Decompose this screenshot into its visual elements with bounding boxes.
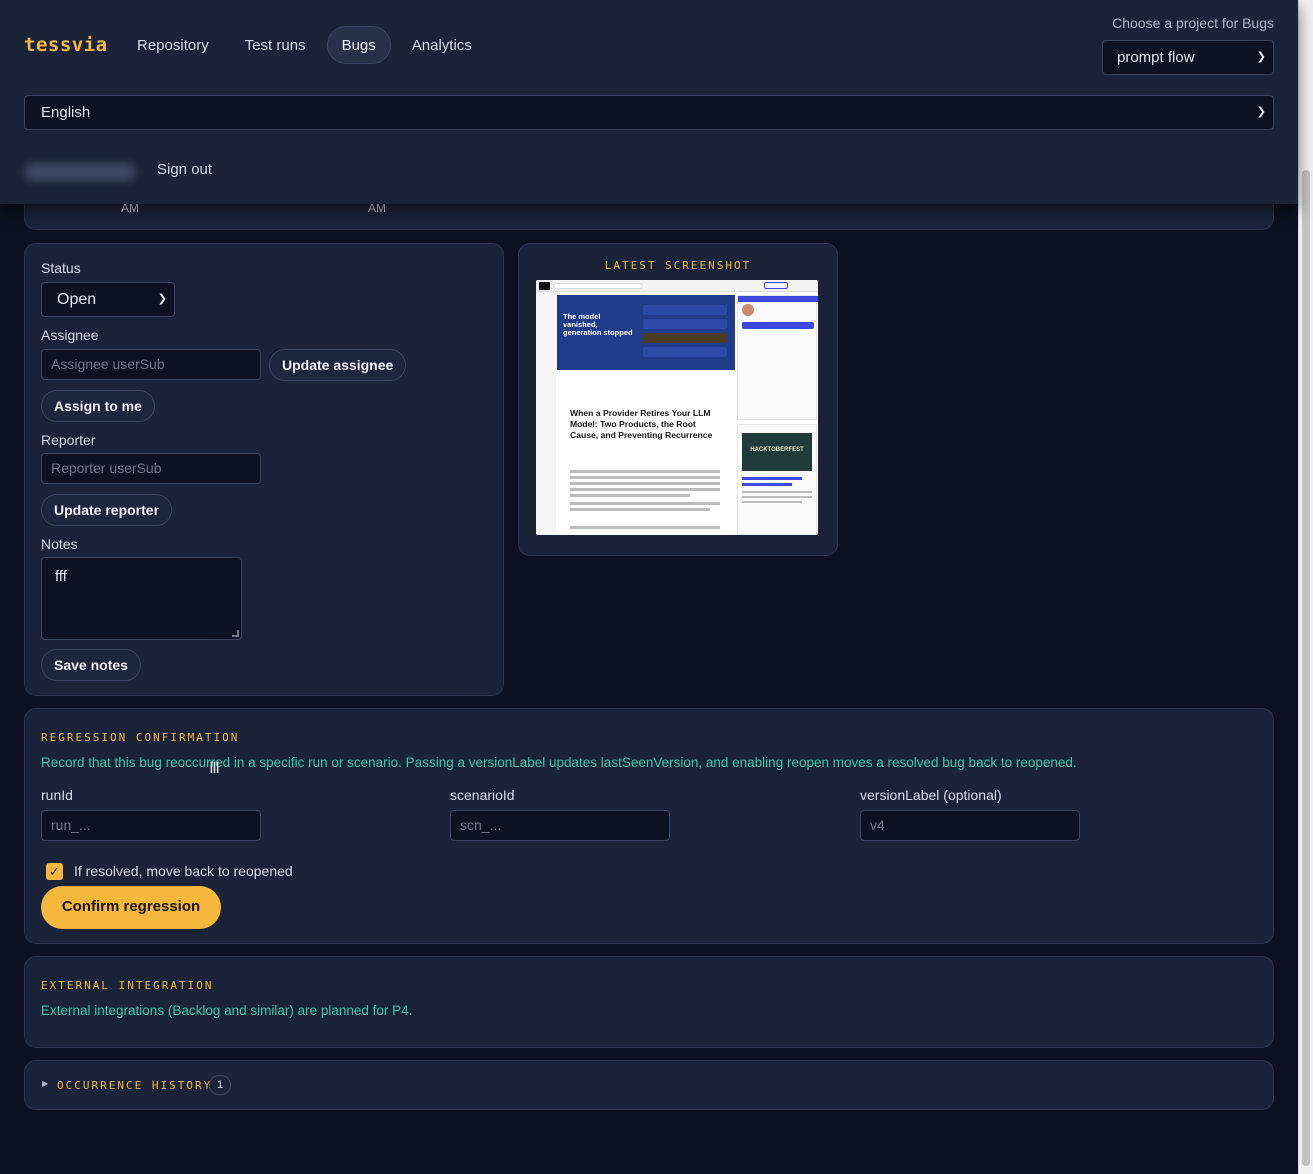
chevron-down-icon: ❯: [157, 293, 167, 305]
update-assignee-button[interactable]: Update assignee: [269, 349, 407, 381]
text-cursor-icon: Ⅲ: [209, 760, 221, 777]
thumb-side-card: HACKTOBERFEST: [737, 424, 817, 535]
thumb-hero-text: The model vanished, generation stopped: [563, 312, 633, 337]
page-scrollbar[interactable]: [1298, 0, 1313, 1174]
assignee-label: Assignee: [41, 327, 99, 343]
version-label-label: versionLabel (optional): [860, 787, 1002, 803]
save-notes-button[interactable]: Save notes: [41, 649, 141, 681]
occurrence-history-title: OCCURRENCE HISTORY: [57, 1079, 213, 1092]
thumb-profile-card: [737, 295, 818, 420]
notes-textarea[interactable]: fff: [41, 557, 242, 640]
project-select[interactable]: prompt flow ❯: [1102, 40, 1274, 75]
scrollbar-thumb[interactable]: [1302, 170, 1310, 1166]
scenario-id-input[interactable]: scn_...: [450, 810, 670, 841]
user-name-blurred: [24, 163, 136, 181]
scenario-id-label: scenarioId: [450, 787, 515, 803]
latest-screenshot-card: LATEST SCREENSHOT The model vanished, ge…: [518, 243, 838, 556]
sign-out-button[interactable]: Sign out: [157, 161, 212, 178]
chevron-down-icon: ❯: [1256, 106, 1266, 118]
bug-edit-card: Status Open ❯ Assignee Assignee userSub …: [24, 243, 504, 696]
reporter-label: Reporter: [41, 432, 96, 448]
external-integration-title: EXTERNAL INTEGRATION: [41, 979, 214, 992]
occurrence-history-toggle[interactable]: ▶ OCCURRENCE HISTORY 1: [24, 1060, 1274, 1110]
status-label: Status: [41, 260, 81, 276]
thumb-sidebar: [536, 292, 556, 535]
reporter-input[interactable]: Reporter userSub: [41, 453, 261, 484]
nav-tab-repository[interactable]: Repository: [122, 26, 224, 64]
reopen-checkbox[interactable]: ✓: [46, 863, 63, 880]
nav-tab-bugs[interactable]: Bugs: [326, 26, 391, 64]
nav-tab-test-runs[interactable]: Test runs: [230, 26, 321, 64]
assign-to-me-button[interactable]: Assign to me: [41, 390, 155, 422]
disclosure-triangle-icon: ▶: [42, 1079, 49, 1088]
regression-confirmation-card: REGRESSION CONFIRMATION Record that this…: [24, 708, 1274, 944]
regression-title: REGRESSION CONFIRMATION: [41, 731, 240, 744]
language-select-value: English: [41, 104, 91, 121]
thumb-topbar: [536, 280, 818, 292]
project-select-label: Choose a project for Bugs: [1112, 15, 1274, 31]
external-integration-card: EXTERNAL INTEGRATION External integratio…: [24, 956, 1274, 1048]
run-id-input[interactable]: run_...: [41, 810, 261, 841]
confirm-regression-button[interactable]: Confirm regression: [41, 886, 221, 929]
version-label-input[interactable]: v4: [860, 810, 1080, 841]
update-reporter-button[interactable]: Update reporter: [41, 494, 173, 526]
app-header: tessvia Repository Test runs Bugs Analyt…: [0, 0, 1298, 204]
notes-label: Notes: [41, 536, 78, 552]
brand-logo[interactable]: tessvia: [24, 34, 108, 56]
main-nav: Repository Test runs Bugs Analytics: [122, 26, 487, 64]
assignee-input[interactable]: Assignee userSub: [41, 349, 261, 380]
thumb-article-headline: When a Provider Retires Your LLM Model: …: [570, 408, 713, 440]
thumb-hero: The model vanished, generation stopped: [557, 295, 735, 370]
status-select[interactable]: Open ❯: [41, 282, 175, 317]
run-id-label: runId: [41, 787, 73, 803]
chevron-down-icon: ❯: [1256, 51, 1266, 63]
screenshot-thumbnail[interactable]: The model vanished, generation stopped W…: [536, 280, 818, 535]
external-integration-description: External integrations (Backlog and simil…: [41, 1003, 413, 1018]
reopen-label[interactable]: If resolved, move back to reopened: [74, 863, 293, 879]
nav-tab-analytics[interactable]: Analytics: [397, 26, 487, 64]
resize-handle-icon[interactable]: [232, 630, 239, 637]
status-select-value: Open: [57, 291, 97, 308]
notes-value: fff: [55, 568, 67, 585]
occurrence-count-badge: 1: [209, 1075, 231, 1095]
regression-description: Record that this bug reoccurred in a spe…: [41, 755, 1077, 770]
project-select-value: prompt flow: [1117, 49, 1195, 66]
thumb-side-label: HACKTOBERFEST: [750, 447, 804, 453]
language-select[interactable]: English ❯: [24, 95, 1274, 130]
latest-screenshot-title: LATEST SCREENSHOT: [604, 259, 752, 272]
